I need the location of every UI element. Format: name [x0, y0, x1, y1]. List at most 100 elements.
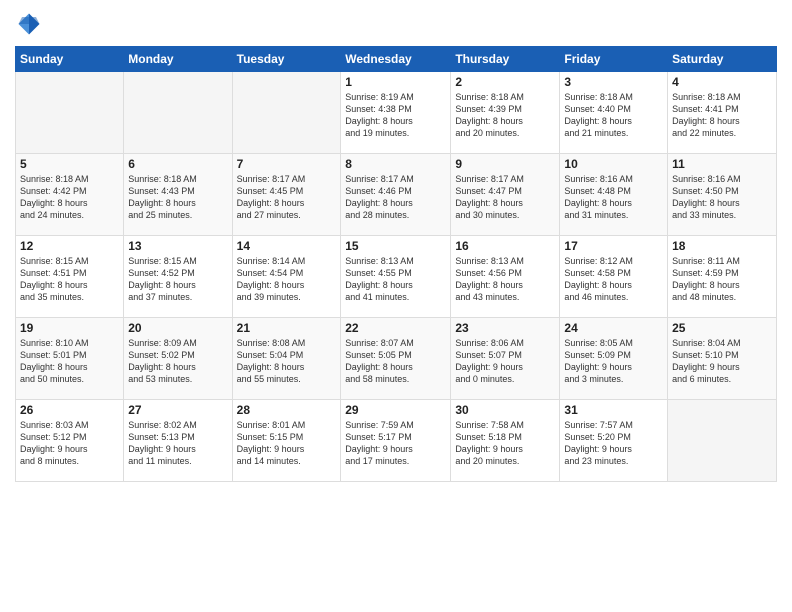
day-number: 31	[564, 403, 663, 417]
weekday-header-tuesday: Tuesday	[232, 47, 341, 72]
day-info: Sunrise: 8:13 AM Sunset: 4:55 PM Dayligh…	[345, 255, 446, 304]
day-info: Sunrise: 8:11 AM Sunset: 4:59 PM Dayligh…	[672, 255, 772, 304]
day-number: 17	[564, 239, 663, 253]
day-number: 27	[128, 403, 227, 417]
week-row-2: 5 Sunrise: 8:18 AM Sunset: 4:42 PM Daylig…	[16, 154, 777, 236]
calendar-table: SundayMondayTuesdayWednesdayThursdayFrid…	[15, 46, 777, 482]
day-number: 5	[20, 157, 119, 171]
calendar-cell: 12Sunrise: 8:15 AM Sunset: 4:51 PM Dayli…	[16, 236, 124, 318]
day-info: Sunrise: 8:15 AM Sunset: 4:52 PM Dayligh…	[128, 255, 227, 304]
calendar-cell: 18 Sunrise: 8:11 AM Sunset: 4:59 PM Dayli…	[668, 236, 777, 318]
day-info: Sunrise: 8:12 AM Sunset: 4:58 PM Dayligh…	[564, 255, 663, 304]
calendar-cell: 11 Sunrise: 8:16 AM Sunset: 4:50 PM Dayli…	[668, 154, 777, 236]
calendar-cell: 25 Sunrise: 8:04 AM Sunset: 5:10 PM Dayli…	[668, 318, 777, 400]
day-info: Sunrise: 7:59 AM Sunset: 5:17 PM Dayligh…	[345, 419, 446, 468]
day-info: Sunrise: 8:01 AM Sunset: 5:15 PM Dayligh…	[237, 419, 337, 468]
calendar-cell: 14 Sunrise: 8:14 AM Sunset: 4:54 PM Dayli…	[232, 236, 341, 318]
day-number: 7	[237, 157, 337, 171]
day-number: 3	[564, 75, 663, 89]
logo	[15, 10, 47, 38]
day-number: 24	[564, 321, 663, 335]
weekday-header-wednesday: Wednesday	[341, 47, 451, 72]
day-number: 18	[672, 239, 772, 253]
day-number: 11	[672, 157, 772, 171]
day-info: Sunrise: 8:16 AM Sunset: 4:48 PM Dayligh…	[564, 173, 663, 222]
calendar-cell: 15 Sunrise: 8:13 AM Sunset: 4:55 PM Dayli…	[341, 236, 451, 318]
weekday-header-monday: Monday	[124, 47, 232, 72]
calendar-cell: 23 Sunrise: 8:06 AM Sunset: 5:07 PM Dayli…	[451, 318, 560, 400]
weekday-header-saturday: Saturday	[668, 47, 777, 72]
day-number: 14	[237, 239, 337, 253]
calendar-page: SundayMondayTuesdayWednesdayThursdayFrid…	[0, 0, 792, 612]
calendar-cell	[668, 400, 777, 482]
week-row-3: 12Sunrise: 8:15 AM Sunset: 4:51 PM Dayli…	[16, 236, 777, 318]
day-number: 4	[672, 75, 772, 89]
day-info: Sunrise: 8:17 AM Sunset: 4:47 PM Dayligh…	[455, 173, 555, 222]
day-info: Sunrise: 8:18 AM Sunset: 4:42 PM Dayligh…	[20, 173, 119, 222]
weekday-header-friday: Friday	[560, 47, 668, 72]
calendar-cell: 16 Sunrise: 8:13 AM Sunset: 4:56 PM Dayli…	[451, 236, 560, 318]
calendar-cell: 1Sunrise: 8:19 AM Sunset: 4:38 PM Daylig…	[341, 72, 451, 154]
day-number: 6	[128, 157, 227, 171]
day-info: Sunrise: 8:03 AM Sunset: 5:12 PM Dayligh…	[20, 419, 119, 468]
logo-icon	[15, 10, 43, 38]
day-info: Sunrise: 8:05 AM Sunset: 5:09 PM Dayligh…	[564, 337, 663, 386]
calendar-cell: 28Sunrise: 8:01 AM Sunset: 5:15 PM Dayli…	[232, 400, 341, 482]
day-number: 26	[20, 403, 119, 417]
weekday-header-row: SundayMondayTuesdayWednesdayThursdayFrid…	[16, 47, 777, 72]
page-header	[15, 10, 777, 38]
calendar-cell	[16, 72, 124, 154]
day-info: Sunrise: 8:15 AM Sunset: 4:51 PM Dayligh…	[20, 255, 119, 304]
calendar-cell: 13 Sunrise: 8:15 AM Sunset: 4:52 PM Dayli…	[124, 236, 232, 318]
calendar-cell: 7Sunrise: 8:17 AM Sunset: 4:45 PM Daylig…	[232, 154, 341, 236]
day-info: Sunrise: 8:13 AM Sunset: 4:56 PM Dayligh…	[455, 255, 555, 304]
calendar-cell: 30 Sunrise: 7:58 AM Sunset: 5:18 PM Dayli…	[451, 400, 560, 482]
day-info: Sunrise: 8:06 AM Sunset: 5:07 PM Dayligh…	[455, 337, 555, 386]
week-row-4: 19Sunrise: 8:10 AM Sunset: 5:01 PM Dayli…	[16, 318, 777, 400]
day-number: 25	[672, 321, 772, 335]
day-number: 21	[237, 321, 337, 335]
day-number: 30	[455, 403, 555, 417]
day-info: Sunrise: 8:02 AM Sunset: 5:13 PM Dayligh…	[128, 419, 227, 468]
day-number: 1	[345, 75, 446, 89]
calendar-cell: 20 Sunrise: 8:09 AM Sunset: 5:02 PM Dayli…	[124, 318, 232, 400]
day-number: 9	[455, 157, 555, 171]
calendar-cell: 22Sunrise: 8:07 AM Sunset: 5:05 PM Dayli…	[341, 318, 451, 400]
calendar-cell: 9 Sunrise: 8:17 AM Sunset: 4:47 PM Daylig…	[451, 154, 560, 236]
calendar-cell: 21Sunrise: 8:08 AM Sunset: 5:04 PM Dayli…	[232, 318, 341, 400]
day-info: Sunrise: 8:14 AM Sunset: 4:54 PM Dayligh…	[237, 255, 337, 304]
calendar-cell: 3 Sunrise: 8:18 AM Sunset: 4:40 PM Daylig…	[560, 72, 668, 154]
calendar-cell: 31 Sunrise: 7:57 AM Sunset: 5:20 PM Dayli…	[560, 400, 668, 482]
calendar-cell: 17 Sunrise: 8:12 AM Sunset: 4:58 PM Dayli…	[560, 236, 668, 318]
day-info: Sunrise: 8:18 AM Sunset: 4:41 PM Dayligh…	[672, 91, 772, 140]
weekday-header-thursday: Thursday	[451, 47, 560, 72]
calendar-cell: 24 Sunrise: 8:05 AM Sunset: 5:09 PM Dayli…	[560, 318, 668, 400]
calendar-cell: 19Sunrise: 8:10 AM Sunset: 5:01 PM Dayli…	[16, 318, 124, 400]
week-row-5: 26 Sunrise: 8:03 AM Sunset: 5:12 PM Dayli…	[16, 400, 777, 482]
calendar-cell: 29Sunrise: 7:59 AM Sunset: 5:17 PM Dayli…	[341, 400, 451, 482]
day-info: Sunrise: 8:09 AM Sunset: 5:02 PM Dayligh…	[128, 337, 227, 386]
calendar-cell: 26 Sunrise: 8:03 AM Sunset: 5:12 PM Dayli…	[16, 400, 124, 482]
calendar-cell: 2Sunrise: 8:18 AM Sunset: 4:39 PM Daylig…	[451, 72, 560, 154]
day-number: 23	[455, 321, 555, 335]
day-number: 10	[564, 157, 663, 171]
weekday-header-sunday: Sunday	[16, 47, 124, 72]
calendar-cell: 8Sunrise: 8:17 AM Sunset: 4:46 PM Daylig…	[341, 154, 451, 236]
day-number: 15	[345, 239, 446, 253]
day-info: Sunrise: 8:17 AM Sunset: 4:46 PM Dayligh…	[345, 173, 446, 222]
calendar-cell: 10 Sunrise: 8:16 AM Sunset: 4:48 PM Dayli…	[560, 154, 668, 236]
calendar-cell: 6Sunrise: 8:18 AM Sunset: 4:43 PM Daylig…	[124, 154, 232, 236]
day-info: Sunrise: 7:57 AM Sunset: 5:20 PM Dayligh…	[564, 419, 663, 468]
calendar-cell	[124, 72, 232, 154]
calendar-cell: 27 Sunrise: 8:02 AM Sunset: 5:13 PM Dayli…	[124, 400, 232, 482]
day-number: 19	[20, 321, 119, 335]
day-number: 13	[128, 239, 227, 253]
day-number: 20	[128, 321, 227, 335]
day-info: Sunrise: 8:16 AM Sunset: 4:50 PM Dayligh…	[672, 173, 772, 222]
week-row-1: 1Sunrise: 8:19 AM Sunset: 4:38 PM Daylig…	[16, 72, 777, 154]
day-info: Sunrise: 8:07 AM Sunset: 5:05 PM Dayligh…	[345, 337, 446, 386]
day-info: Sunrise: 8:04 AM Sunset: 5:10 PM Dayligh…	[672, 337, 772, 386]
day-info: Sunrise: 7:58 AM Sunset: 5:18 PM Dayligh…	[455, 419, 555, 468]
day-number: 16	[455, 239, 555, 253]
day-info: Sunrise: 8:18 AM Sunset: 4:40 PM Dayligh…	[564, 91, 663, 140]
